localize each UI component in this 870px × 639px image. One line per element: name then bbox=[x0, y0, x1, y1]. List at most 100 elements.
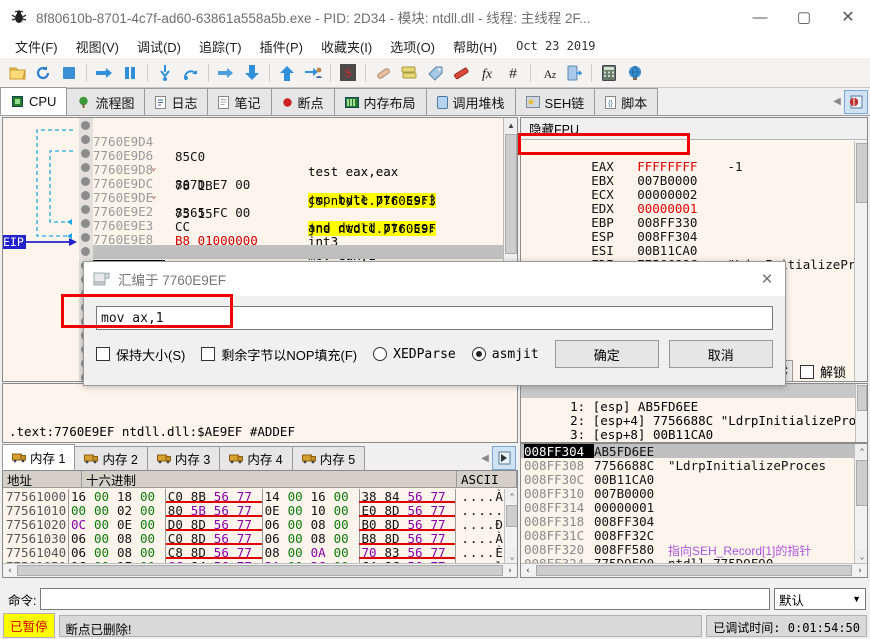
dump-tab-scroll-left-icon[interactable]: ◀ bbox=[478, 447, 492, 469]
register-value[interactable]: 007B0000 bbox=[637, 173, 697, 188]
register-value[interactable]: 00000002 bbox=[637, 187, 697, 202]
dump-tab-3[interactable]: 内存 3 bbox=[146, 446, 221, 470]
register-value[interactable]: 008FF304 bbox=[637, 229, 697, 244]
tab-call-stack[interactable]: 调用堆栈 bbox=[425, 88, 516, 115]
dump-tab-4[interactable]: 内存 4 bbox=[219, 446, 293, 470]
stack-vertical-scrollbar[interactable]: ⌃ ⌄ bbox=[854, 444, 867, 563]
scroll-up-icon[interactable]: ⌃ bbox=[855, 444, 867, 458]
scroll-up-icon[interactable]: ⌃ bbox=[505, 489, 517, 503]
stack-args-pane[interactable]: 1: [esp] AB5FD6EE 2: [esp+4] 7756688C "L… bbox=[520, 383, 868, 443]
tab-graph[interactable]: 流程图 bbox=[66, 88, 146, 115]
tab-script[interactable]: {} 脚本 bbox=[594, 88, 659, 115]
pause-icon[interactable] bbox=[119, 62, 141, 84]
scrollbar-thumb[interactable] bbox=[17, 565, 503, 576]
register-value[interactable]: 00B11CA0 bbox=[637, 243, 697, 258]
tab-overflow-button[interactable] bbox=[844, 89, 868, 114]
handle-icon[interactable] bbox=[563, 62, 585, 84]
tab-notes[interactable]: 笔记 bbox=[207, 88, 272, 115]
run-icon[interactable] bbox=[93, 62, 115, 84]
register-value[interactable]: 00000001 bbox=[637, 201, 697, 216]
dump-vertical-scrollbar[interactable]: ⌃ ⌄ bbox=[504, 489, 517, 563]
scroll-down-icon[interactable]: ⌄ bbox=[505, 549, 517, 563]
stack-args-scrollbar[interactable] bbox=[855, 384, 867, 442]
step-down-icon[interactable] bbox=[241, 62, 263, 84]
run-to-user-code-icon[interactable] bbox=[302, 62, 324, 84]
patch-icon[interactable] bbox=[372, 62, 394, 84]
az-icon[interactable]: Az bbox=[537, 62, 559, 84]
globe-icon[interactable] bbox=[624, 62, 646, 84]
stack-pane[interactable]: 008FF304 AB5FD6EE 008FF308 7756688C "Ldr… bbox=[520, 443, 868, 578]
calculator-icon[interactable] bbox=[598, 62, 620, 84]
step-out-icon[interactable] bbox=[215, 62, 237, 84]
asmjit-radio[interactable] bbox=[471, 347, 486, 361]
script-s-icon[interactable]: S bbox=[337, 62, 359, 84]
command-input[interactable] bbox=[40, 588, 770, 610]
registers-vertical-scrollbar[interactable] bbox=[854, 141, 867, 381]
step-over-icon[interactable] bbox=[180, 62, 202, 84]
xedparse-radio[interactable] bbox=[373, 347, 388, 361]
dump-col-ascii[interactable]: ASCII bbox=[457, 471, 517, 488]
keep-size-checkbox-group[interactable]: 保持大小(S) bbox=[96, 345, 185, 364]
tab-scroll-left-icon[interactable]: ◀ bbox=[830, 91, 844, 113]
label-icon[interactable] bbox=[424, 62, 446, 84]
scroll-right-icon[interactable]: › bbox=[503, 566, 517, 576]
dump-tab-overflow-button[interactable] bbox=[492, 446, 516, 470]
fill-nop-checkbox[interactable] bbox=[201, 347, 216, 361]
xedparse-radio-group[interactable]: XEDParse bbox=[373, 347, 456, 362]
comment-icon[interactable] bbox=[398, 62, 420, 84]
scroll-up-icon[interactable]: ▲ bbox=[504, 118, 517, 132]
scrollbar-thumb[interactable] bbox=[536, 565, 852, 576]
stop-icon[interactable] bbox=[58, 62, 80, 84]
step-into-icon[interactable] bbox=[154, 62, 176, 84]
memory-dump-pane[interactable]: 地址 十六进制 ASCII 77561000 16 00 18 00 C0 8B 56 77… bbox=[2, 470, 518, 578]
keep-size-checkbox[interactable] bbox=[96, 347, 110, 361]
asmjit-radio-group[interactable]: asmjit bbox=[471, 347, 539, 362]
minimize-button[interactable]: — bbox=[738, 1, 782, 34]
function-fx-icon[interactable]: fx bbox=[476, 62, 498, 84]
menu-plugins[interactable]: 插件(P) bbox=[251, 35, 312, 58]
dump-col-hex[interactable]: 十六进制 bbox=[82, 471, 457, 488]
scroll-down-icon[interactable]: ⌄ bbox=[855, 549, 867, 563]
restart-icon[interactable] bbox=[32, 62, 54, 84]
scrollbar-thumb[interactable] bbox=[506, 505, 517, 527]
unlock-checkbox[interactable] bbox=[800, 364, 814, 379]
register-value[interactable]: FFFFFFFF bbox=[637, 159, 697, 174]
ok-button[interactable]: 确定 bbox=[554, 340, 659, 368]
scrollbar-thumb[interactable] bbox=[856, 143, 867, 203]
dump-col-address[interactable]: 地址 bbox=[3, 471, 82, 488]
menu-favorites[interactable]: 收藏夹(I) bbox=[312, 35, 381, 58]
menu-help[interactable]: 帮助(H) bbox=[444, 35, 506, 58]
dialog-close-button[interactable]: ✕ bbox=[749, 263, 785, 296]
hash-icon[interactable]: # bbox=[502, 62, 524, 84]
menu-options[interactable]: 选项(O) bbox=[381, 35, 444, 58]
bookmark-icon[interactable] bbox=[450, 62, 472, 84]
cancel-button[interactable]: 取消 bbox=[668, 340, 773, 368]
scroll-left-icon[interactable]: ‹ bbox=[521, 566, 535, 576]
register-value[interactable]: 008FF330 bbox=[637, 215, 697, 230]
dump-tab-2[interactable]: 内存 2 bbox=[74, 446, 148, 470]
open-file-icon[interactable] bbox=[6, 62, 28, 84]
scrollbar-thumb[interactable] bbox=[505, 134, 517, 254]
dump-rows[interactable]: 77561000 16 00 18 00 C0 8B 56 77 14 00 16 00 38 84… bbox=[3, 489, 504, 574]
dump-tab-5[interactable]: 内存 5 bbox=[291, 446, 366, 470]
stack-horizontal-scrollbar[interactable]: ‹ › bbox=[521, 563, 867, 577]
menu-trace[interactable]: 追踪(T) bbox=[190, 35, 251, 58]
chevron-down-icon[interactable]: ▼ bbox=[852, 594, 861, 604]
execute-till-return-icon[interactable] bbox=[276, 62, 298, 84]
dump-horizontal-scrollbar[interactable]: ‹ › bbox=[3, 563, 517, 577]
menu-view[interactable]: 视图(V) bbox=[67, 35, 128, 58]
tab-log[interactable]: 日志 bbox=[144, 88, 209, 115]
menu-debug[interactable]: 调试(D) bbox=[128, 35, 190, 58]
tab-breakpoints[interactable]: 断点 bbox=[270, 88, 335, 115]
maximize-button[interactable]: ▢ bbox=[782, 1, 826, 34]
fill-nop-checkbox-group[interactable]: 剩余字节以NOP填充(F) bbox=[201, 345, 357, 364]
tab-cpu[interactable]: CPU bbox=[0, 87, 68, 115]
menu-file[interactable]: 文件(F) bbox=[6, 35, 67, 58]
tab-memory-map[interactable]: 内存布局 bbox=[333, 88, 427, 115]
dump-tab-1[interactable]: 内存 1 bbox=[2, 444, 76, 470]
scroll-left-icon[interactable]: ‹ bbox=[3, 566, 17, 576]
unlock-checkbox-group[interactable]: 解锁 bbox=[800, 362, 846, 381]
scrollbar-thumb[interactable] bbox=[856, 460, 867, 506]
command-mode-combo[interactable]: 默认 ▼ bbox=[774, 588, 866, 610]
scroll-right-icon[interactable]: › bbox=[853, 566, 867, 576]
